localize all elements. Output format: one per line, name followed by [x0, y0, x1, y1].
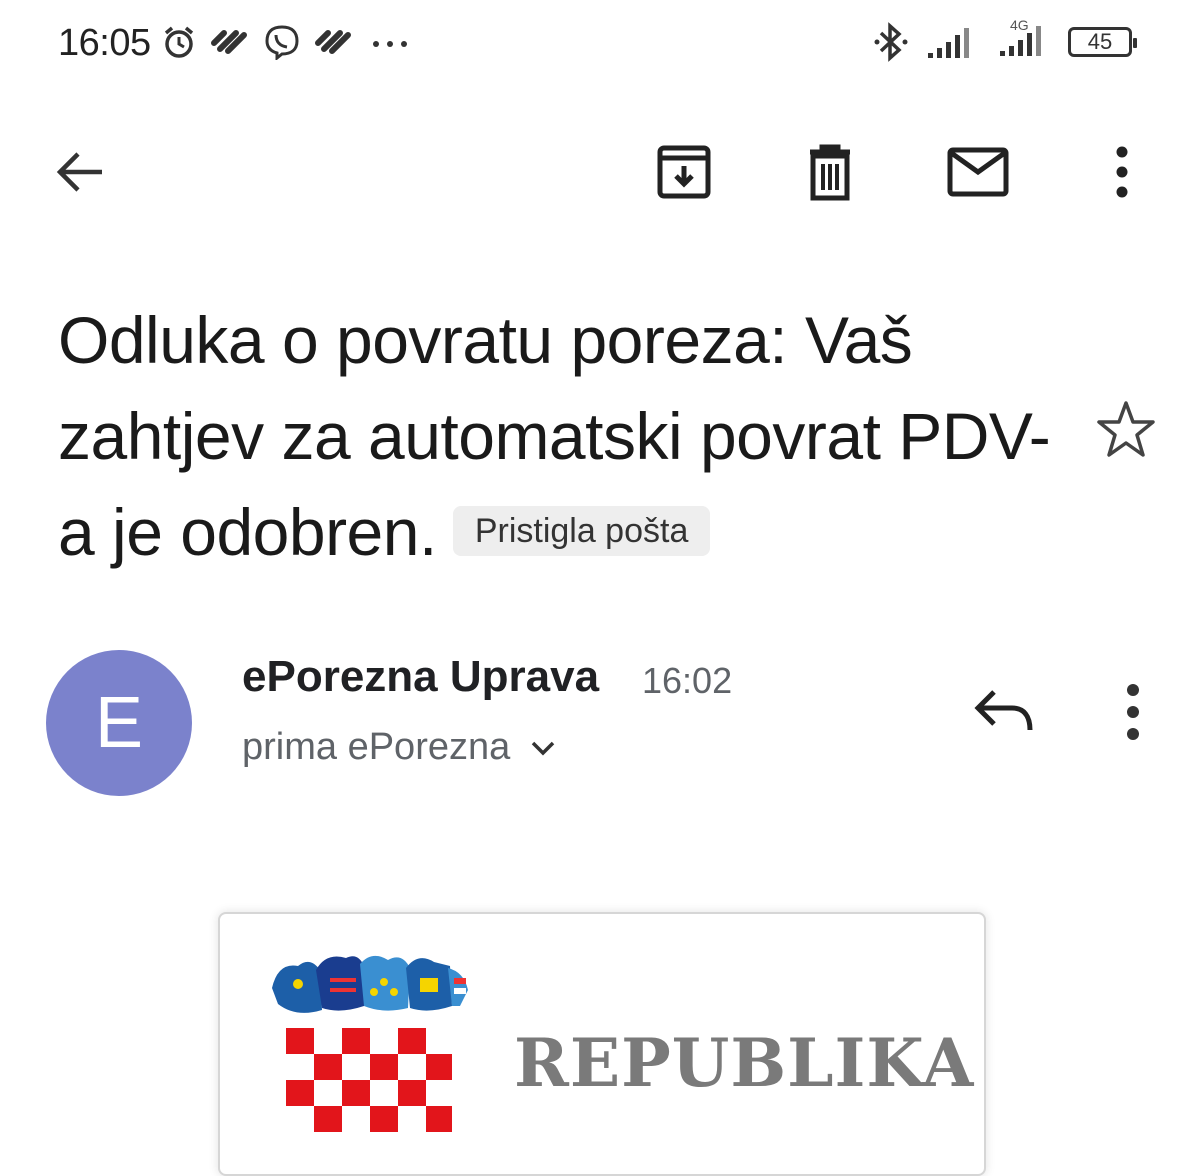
chevron-down-icon — [532, 741, 555, 755]
network-label: 4G — [1010, 16, 1029, 33]
bluetooth-icon — [874, 22, 908, 62]
signal-icon — [928, 28, 969, 58]
status-time: 16:05 — [58, 22, 151, 64]
arrow-back-icon — [56, 152, 102, 192]
mark-unread-button[interactable] — [946, 140, 1010, 204]
recipient-text: prima ePorezna — [242, 726, 511, 768]
email-subject: Odluka o povratu poreza: Vaš zahtjev za … — [58, 292, 1058, 580]
reply-button[interactable] — [970, 684, 1038, 740]
sender-avatar[interactable]: E — [46, 650, 192, 796]
more-options-button[interactable] — [1090, 140, 1154, 204]
more-vert-icon — [1127, 684, 1139, 740]
more-dots-icon — [373, 41, 407, 47]
battery-icon: 45 — [1068, 27, 1137, 57]
status-icons-right: 4G 45 — [874, 17, 1137, 62]
sender-time: 16:02 — [642, 660, 733, 701]
sender-name: ePorezna Uprava — [242, 652, 600, 701]
croatian-coat-of-arms-icon — [272, 955, 468, 1148]
inbox-label-chip[interactable]: Pristigla pošta — [452, 505, 711, 556]
mark-unread-icon — [947, 147, 1009, 197]
status-icons-left — [162, 24, 412, 60]
viber-icon — [265, 25, 299, 60]
delete-button[interactable] — [798, 140, 862, 204]
notification-icon — [211, 30, 247, 54]
star-outline-icon — [1097, 401, 1155, 457]
reply-icon — [974, 690, 1033, 731]
back-button[interactable] — [48, 140, 112, 204]
signal-4g-icon: 4G — [996, 17, 1050, 62]
notification-icon — [315, 30, 351, 54]
more-vert-icon — [1116, 146, 1128, 198]
star-button[interactable] — [1094, 398, 1158, 462]
alarm-icon — [164, 26, 194, 58]
archive-button[interactable] — [652, 140, 716, 204]
delete-icon — [810, 144, 850, 201]
archive-icon — [657, 145, 711, 199]
message-more-button[interactable] — [1106, 682, 1160, 742]
recipient-details-toggle[interactable]: prima ePorezna — [242, 726, 556, 769]
republika-heading: REPUBLIKA — [514, 1024, 975, 1102]
